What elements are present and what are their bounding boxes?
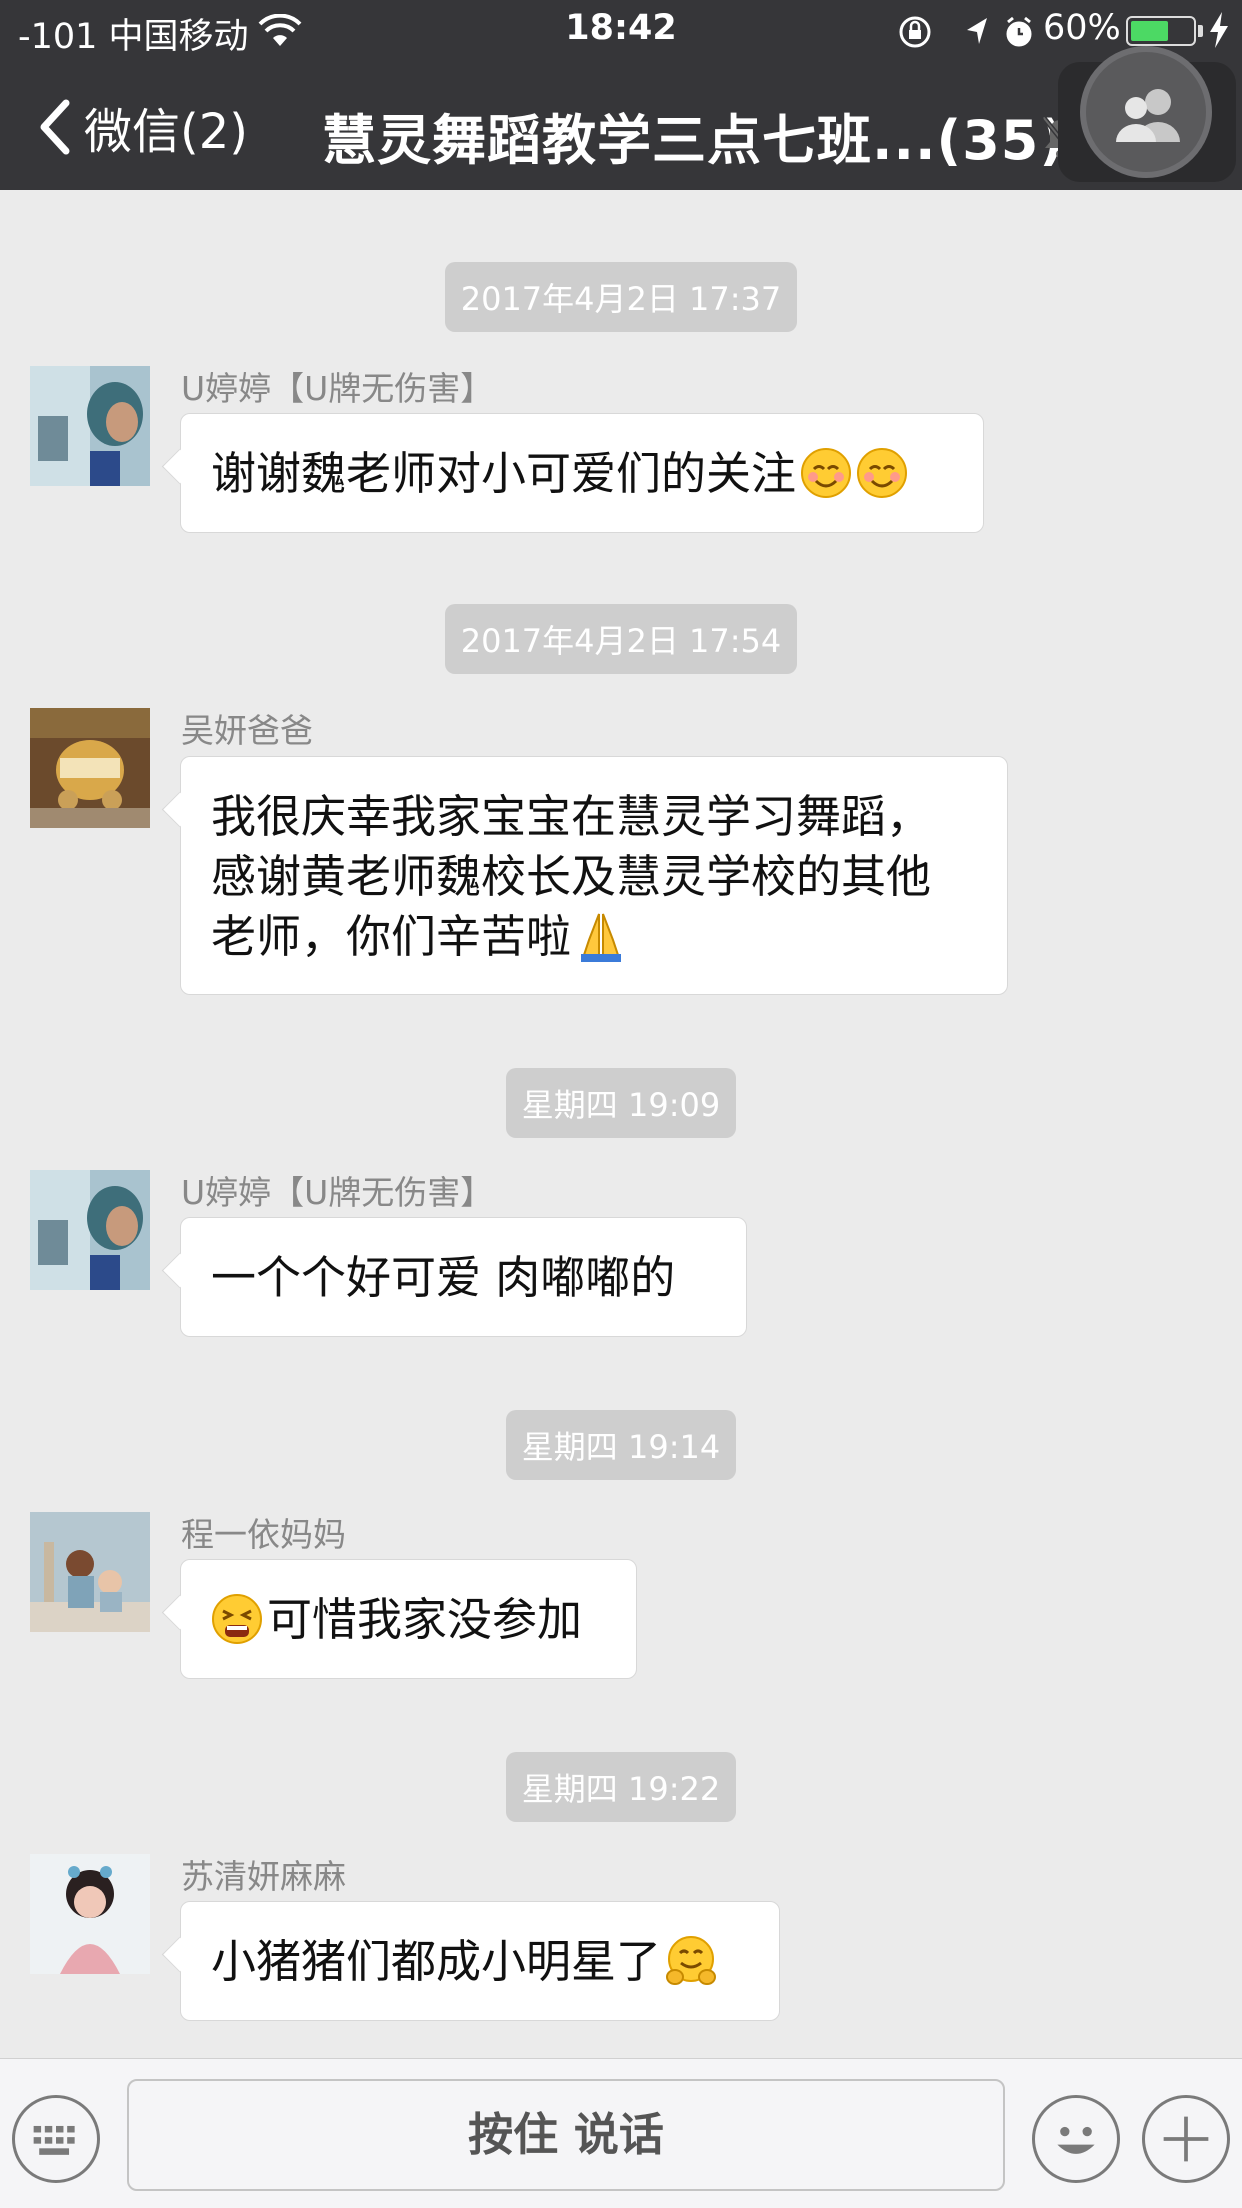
avatar[interactable]: [30, 708, 150, 828]
timestamp-label: 星期四 19:09: [505, 1068, 737, 1138]
smiling-face-icon: [857, 448, 908, 498]
message-text: 我很庆幸我家宝宝在慧灵学习舞蹈， 感谢黄老师魏校长及慧灵学校的其他 老师，你们辛…: [211, 790, 932, 963]
hugging-face-icon: [666, 1936, 717, 1985]
timestamp-label: 2017年4月2日 17:54: [444, 604, 798, 674]
folded-hands-icon: [581, 913, 622, 962]
status-icons: [899, 16, 1032, 48]
timestamp-label: 2017年4月2日 17:37: [444, 262, 798, 332]
group-people-icon: [1116, 89, 1180, 142]
plus-icon: [1163, 2116, 1209, 2162]
charging-bolt-icon: [1210, 12, 1228, 48]
message-bubble[interactable]: 谢谢魏老师对小可爱们的关注: [180, 413, 984, 533]
group-info-button[interactable]: [1058, 46, 1236, 182]
avatar[interactable]: [30, 1170, 150, 1290]
hold-to-talk-button[interactable]: 按住 说话: [127, 2079, 1005, 2191]
keyboard-icon: [33, 2125, 75, 2155]
timestamp: 星期四 19:14: [0, 1410, 1242, 1480]
message-bubble[interactable]: 一个个好可爱 肉嘟嘟的: [180, 1217, 747, 1337]
back-label: 微信(2): [84, 104, 248, 160]
battery-icon: [1126, 16, 1196, 46]
smiling-face-icon: [801, 448, 852, 498]
battery-tip: [1198, 25, 1203, 37]
message-text: 谢谢魏老师对小可爱们的关注: [211, 447, 797, 500]
timestamp: 2017年4月2日 17:54: [0, 604, 1242, 674]
status-bar: -101 中国移动 18:42 60%: [0, 0, 1242, 62]
tired-face-icon: [212, 1594, 262, 1644]
sender-name: 苏清妍麻麻: [181, 1857, 346, 1896]
emoji-button[interactable]: [1032, 2095, 1120, 2183]
timestamp-label: 星期四 19:22: [505, 1752, 737, 1822]
message-bubble[interactable]: 小猪猪们都成小明星了: [180, 1901, 780, 2021]
timestamp: 星期四 19:09: [0, 1068, 1242, 1138]
sender-name: U婷婷【U牌无伤害】: [181, 369, 494, 408]
chevron-left-icon: [40, 99, 70, 155]
timestamp-label: 星期四 19:14: [505, 1410, 737, 1480]
more-actions-button[interactable]: [1142, 2095, 1230, 2183]
avatar[interactable]: [30, 1854, 150, 1974]
avatar[interactable]: [30, 1512, 150, 1632]
back-button[interactable]: 微信(2): [36, 92, 248, 162]
keyboard-toggle-button[interactable]: [12, 2095, 100, 2183]
message-text: 小猪猪们都成小明星了: [211, 1935, 662, 1988]
nav-bar: 微信(2) 慧灵舞蹈教学三点七班...(35): [0, 46, 1242, 190]
smiley-icon: [1057, 2126, 1095, 2154]
location-arrow-icon: [967, 18, 987, 44]
avatar[interactable]: [30, 366, 150, 486]
chat-title: 慧灵舞蹈教学三点七班...(35): [322, 109, 1066, 172]
message-text: 可惜我家没参加: [267, 1593, 583, 1646]
timestamp: 星期四 19:22: [0, 1752, 1242, 1822]
battery-percent: 60%: [1043, 8, 1121, 48]
sender-name: U婷婷【U牌无伤害】: [181, 1173, 494, 1212]
message-bubble[interactable]: 可惜我家没参加: [180, 1559, 637, 1679]
orientation-lock-icon: [899, 16, 931, 48]
battery-level-fill: [1131, 21, 1169, 41]
message-text: 一个个好可爱 肉嘟嘟的: [211, 1251, 676, 1304]
sender-name: 吴妍爸爸: [181, 711, 313, 750]
sender-name: 程一依妈妈: [181, 1515, 346, 1554]
top-bar: -101 中国移动 18:42 60% 微信(2) 慧灵舞蹈教学三点七班...(…: [0, 0, 1242, 190]
input-bar: 按住 说话: [0, 2058, 1242, 2208]
message-bubble[interactable]: 我很庆幸我家宝宝在慧灵学习舞蹈， 感谢黄老师魏校长及慧灵学校的其他 老师，你们辛…: [180, 756, 1008, 995]
alarm-icon: [1006, 16, 1032, 47]
timestamp: 2017年4月2日 17:37: [0, 262, 1242, 332]
